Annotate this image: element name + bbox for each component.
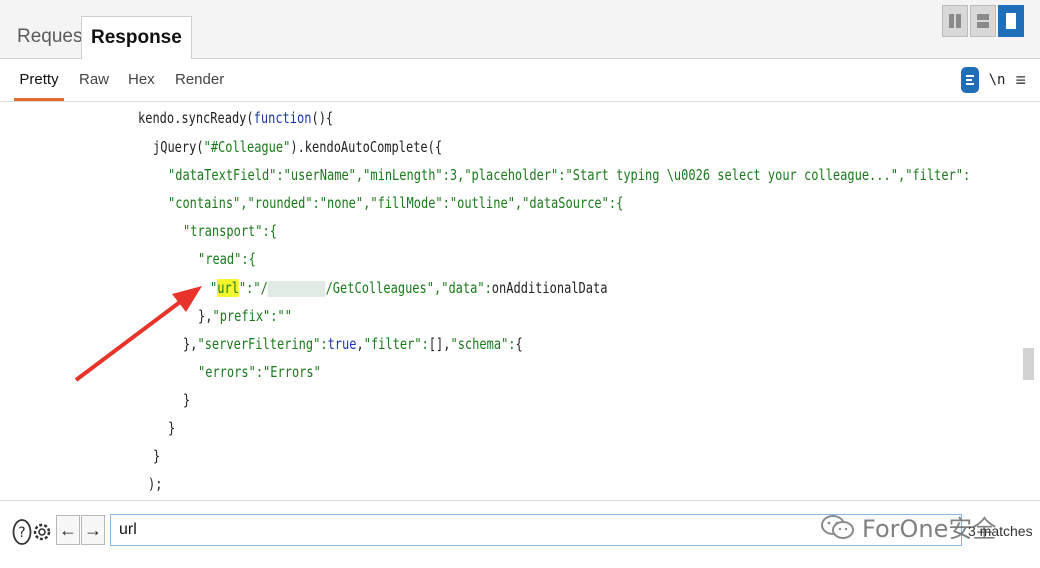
scrollbar-thumb[interactable] bbox=[1023, 348, 1034, 380]
wrap-lines-button[interactable] bbox=[960, 67, 979, 93]
code-line: "url":"//GetColleagues","data":onAdditio… bbox=[210, 279, 608, 297]
layout-split-vertical-button[interactable] bbox=[970, 5, 996, 37]
wechat-logo-icon bbox=[821, 514, 854, 539]
menu-icon[interactable]: ≡ bbox=[1015, 71, 1026, 89]
svg-text:?: ? bbox=[18, 525, 25, 541]
code-line: "transport":{ bbox=[183, 222, 277, 240]
tab-render[interactable]: Render bbox=[175, 59, 224, 99]
tab-pretty[interactable]: Pretty bbox=[14, 59, 64, 101]
code-line: } bbox=[168, 419, 176, 437]
arrow-left-icon: ← bbox=[59, 519, 77, 540]
code-line: } bbox=[183, 391, 191, 409]
code-line: kendo.syncReady(function(){ bbox=[138, 109, 334, 127]
search-bar: ? ← → ForOne安全 3 matches bbox=[0, 500, 1040, 568]
show-newlines-button[interactable]: \n bbox=[989, 72, 1006, 88]
previous-match-button[interactable]: ← bbox=[56, 515, 80, 545]
split-vertical-icon bbox=[949, 14, 961, 28]
code-line: },"prefix":"" bbox=[198, 307, 292, 325]
layout-split-horizontal-button[interactable] bbox=[942, 5, 968, 37]
top-bar: Request Response bbox=[0, 0, 1040, 59]
view-tabs: Pretty Raw Hex Render \n ≡ bbox=[0, 59, 1040, 102]
search-match-highlight: url bbox=[217, 279, 239, 297]
code-line: jQuery("#Colleague").kendoAutoComplete({ bbox=[153, 138, 443, 156]
code-line: ); bbox=[148, 475, 163, 493]
match-count: 3 matches bbox=[968, 523, 1033, 539]
tab-response[interactable]: Response bbox=[81, 16, 192, 59]
code-line: "dataTextField":"userName","minLength":3… bbox=[168, 166, 971, 184]
layout-switcher bbox=[942, 5, 1024, 37]
layout-tabs-button[interactable] bbox=[998, 5, 1024, 37]
arrow-right-icon: → bbox=[84, 519, 102, 540]
view-tools: \n ≡ bbox=[960, 67, 1026, 93]
code-line: },"serverFiltering":true,"filter":[],"sc… bbox=[183, 335, 523, 353]
tab-raw[interactable]: Raw bbox=[79, 59, 109, 99]
tab-hex[interactable]: Hex bbox=[128, 59, 155, 99]
code-line: "read":{ bbox=[198, 250, 256, 268]
split-horizontal-icon bbox=[977, 14, 989, 28]
settings-gear-icon[interactable] bbox=[32, 517, 52, 547]
redacted-block bbox=[267, 280, 326, 297]
response-editor[interactable]: kendo.syncReady(function(){ jQuery("#Col… bbox=[0, 102, 1022, 500]
editor-scrollbar[interactable] bbox=[1023, 102, 1034, 500]
code-line: "contains","rounded":"none","fillMode":"… bbox=[168, 194, 624, 212]
wrap-lines-icon bbox=[965, 75, 974, 85]
next-match-button[interactable]: → bbox=[81, 515, 105, 545]
code-line: "errors":"Errors" bbox=[198, 363, 321, 381]
code-line: } bbox=[153, 447, 161, 465]
help-icon[interactable]: ? bbox=[12, 517, 32, 547]
single-pane-icon bbox=[1006, 13, 1016, 29]
